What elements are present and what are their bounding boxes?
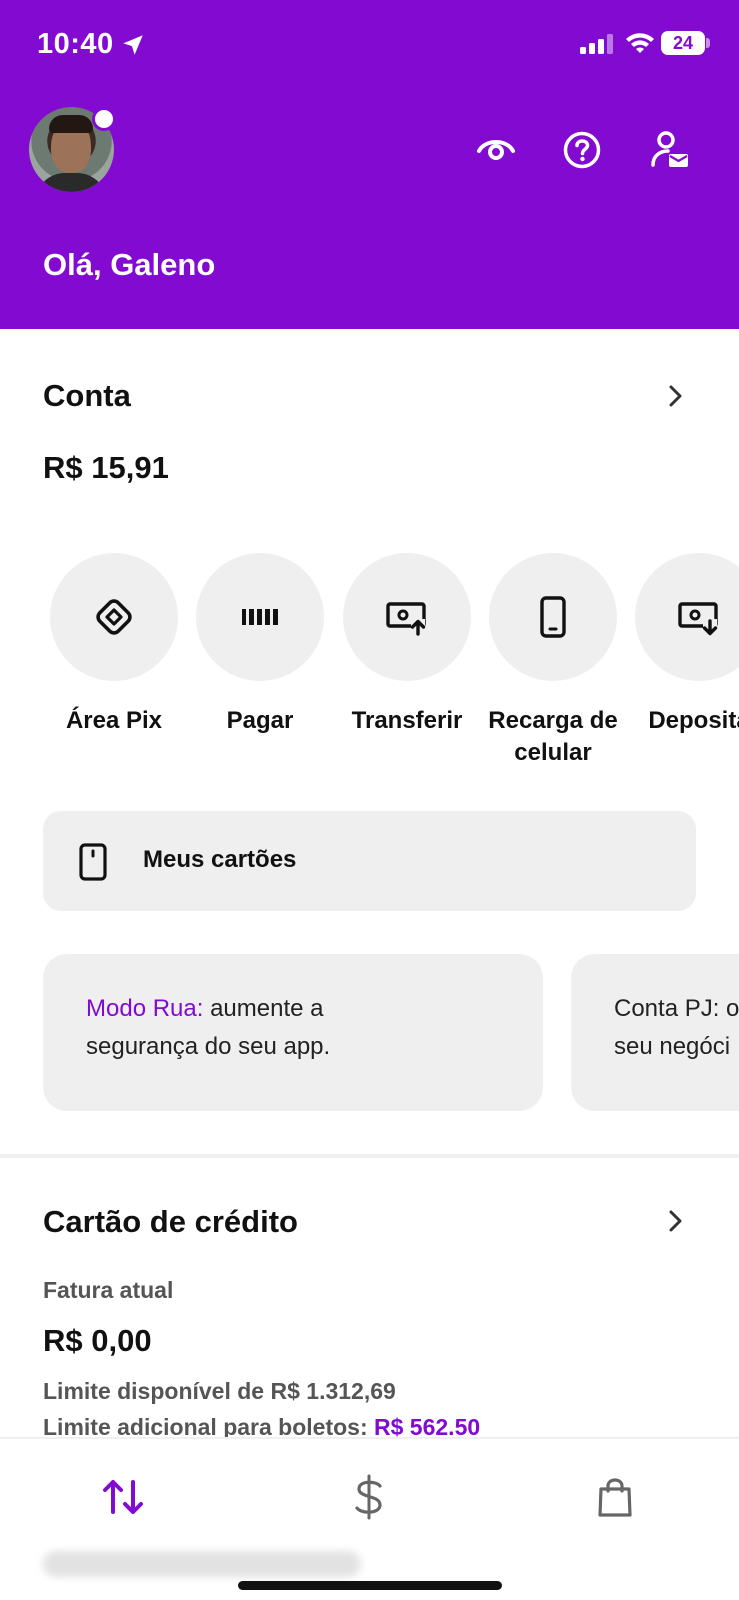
greeting: Olá, Galeno <box>43 247 216 282</box>
account-title[interactable]: Conta <box>43 378 131 414</box>
shopping-bag-icon <box>598 1478 632 1517</box>
avatar-shirt <box>35 173 107 192</box>
transfer-icon <box>386 602 426 636</box>
battery-tip <box>706 38 710 48</box>
dollar-icon <box>355 1474 382 1520</box>
promo-text-line1: aumente a <box>203 995 324 1022</box>
battery-level: 24 <box>661 31 705 55</box>
eye-icon <box>477 140 515 160</box>
promo-text-line2: segurança do seu app. <box>86 1033 331 1060</box>
my-cards-label: Meus cartões <box>143 846 297 873</box>
toggle-visibility-button[interactable] <box>474 128 518 172</box>
notification-dot <box>92 107 116 131</box>
action-circle <box>489 553 617 681</box>
account-chevron-right-icon[interactable] <box>660 381 690 411</box>
arrows-up-down-icon <box>103 1480 143 1514</box>
credit-card-title[interactable]: Cartão de crédito <box>43 1204 298 1240</box>
promo-text: Conta PJ: o seu negóci <box>614 990 739 1066</box>
action-circle <box>50 553 178 681</box>
question-circle-icon <box>563 131 601 169</box>
home-indicator[interactable] <box>238 1581 502 1590</box>
help-button[interactable] <box>560 128 604 172</box>
header: 10:40 24 Olá, Galeno <box>0 0 739 329</box>
deposit-icon <box>678 602 718 636</box>
promo-highlight: Modo Rua: <box>86 995 204 1022</box>
barcode-icon <box>242 609 278 625</box>
promo-text-line1: Conta PJ: o <box>614 995 739 1022</box>
wifi-icon <box>626 33 654 53</box>
invite-friends-button[interactable] <box>648 128 692 172</box>
nav-transactions-tab[interactable] <box>93 1467 153 1527</box>
blurred-content <box>43 1551 361 1577</box>
action-label: Transferir <box>351 707 463 734</box>
action-label: Área Pix <box>65 707 163 734</box>
action-circle <box>635 553 739 681</box>
cellular-signal-icon <box>580 34 613 54</box>
status-bar: 10:40 24 <box>0 0 739 90</box>
promo-text: Modo Rua: aumente a segurança do seu app… <box>86 990 330 1066</box>
available-limit: Limite disponível de R$ 1.312,69 <box>43 1378 396 1404</box>
promo-card-business-account[interactable]: Conta PJ: o seu negóci <box>571 954 739 1111</box>
invoice-label: Fatura atual <box>43 1277 174 1303</box>
status-time: 10:40 <box>37 28 114 60</box>
credit-card-chevron-right-icon[interactable] <box>660 1206 690 1236</box>
action-circle <box>196 553 324 681</box>
action-transfer[interactable]: Transferir <box>342 553 472 737</box>
action-label: Recarga de celular <box>488 707 618 766</box>
account-balance: R$ 15,91 <box>43 450 169 485</box>
card-icon <box>79 843 107 881</box>
avatar-hair <box>49 115 93 133</box>
my-cards-button[interactable]: Meus cartões <box>43 811 696 911</box>
pix-icon <box>96 599 132 635</box>
user-mail-icon <box>651 131 688 167</box>
action-pay[interactable]: Pagar <box>195 553 325 737</box>
action-label: Pagar <box>226 707 294 734</box>
action-deposit[interactable]: Deposita <box>634 553 739 737</box>
promo-text-line2: seu negóci <box>614 1033 731 1060</box>
promo-card-street-mode[interactable]: Modo Rua: aumente a segurança do seu app… <box>43 954 543 1111</box>
nav-money-tab[interactable] <box>339 1467 399 1527</box>
action-phone-recharge[interactable]: Recarga de celular <box>488 553 618 769</box>
action-pix-area[interactable]: Área Pix <box>49 553 179 737</box>
action-label: Deposita <box>648 707 739 734</box>
location-arrow-icon <box>123 35 143 55</box>
section-divider <box>0 1154 739 1158</box>
action-circle <box>343 553 471 681</box>
bottom-nav <box>0 1437 739 1600</box>
phone-icon <box>540 596 566 638</box>
nav-shopping-tab[interactable] <box>585 1467 645 1527</box>
invoice-amount: R$ 0,00 <box>43 1323 152 1358</box>
